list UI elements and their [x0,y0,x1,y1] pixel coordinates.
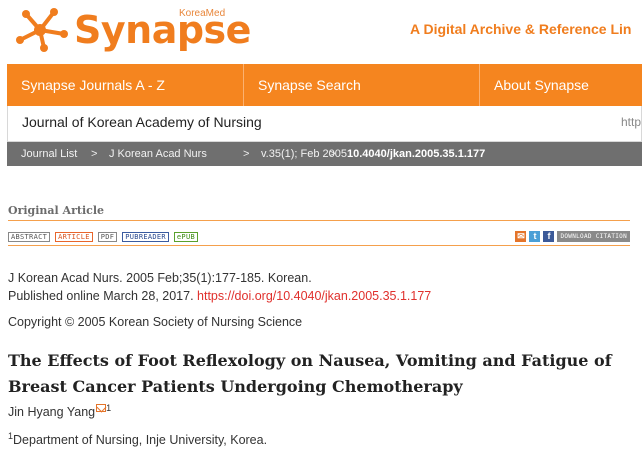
breadcrumb-journal[interactable]: J Korean Acad Nurs [109,142,207,166]
journal-title[interactable]: Journal of Korean Academy of Nursing [22,114,262,130]
affiliation: 1Department of Nursing, Inje University,… [8,431,268,447]
breadcrumb-separator: > [91,148,98,160]
published-date: Published online March 28, 2017. [8,289,194,303]
journal-url[interactable]: http [621,115,641,129]
breadcrumb-journal-list[interactable]: Journal List [21,142,77,166]
pubreader-button[interactable]: PUBREADER [122,232,169,242]
download-citation-button[interactable]: DOWNLOAD CITATION [557,231,630,242]
facebook-icon[interactable]: f [543,231,555,242]
synapse-logo-icon [16,8,68,52]
share-tools: ✉ t f DOWNLOAD CITATION [515,231,630,242]
affiliation-text: Department of Nursing, Inje University, … [13,433,268,447]
breadcrumb-separator: > [243,148,250,160]
breadcrumb-separator: > [329,148,336,160]
site-tagline: A Digital Archive & Reference Lin [410,21,632,37]
article-title: The Effects of Foot Reflexology on Nause… [8,351,612,396]
doi-link[interactable]: https://doi.org/10.4040/jkan.2005.35.1.1… [197,289,431,303]
synapse-logo[interactable]: Synapse KoreaMed [14,4,251,58]
divider [8,245,630,246]
nav-about-synapse[interactable]: About Synapse [479,64,642,106]
article-type: Original Article [8,204,105,217]
mail-icon[interactable]: ✉ [515,231,527,242]
article-button[interactable]: ARTICLE [55,232,93,242]
author-affiliation-sup: 1 [106,403,112,413]
twitter-icon[interactable]: t [529,231,541,242]
epub-button[interactable]: ePUB [173,232,198,242]
site-header: Synapse KoreaMed A Digital Archive & Ref… [0,0,642,62]
nav-journals-a-z[interactable]: Synapse Journals A - Z [7,64,243,106]
divider [8,220,630,221]
affiliation-sup: 1 [8,431,14,441]
abstract-button[interactable]: ABSTRACT [8,232,51,242]
copyright: Copyright © 2005 Korean Society of Nursi… [8,315,303,329]
author-email-icon[interactable] [96,404,107,412]
published-line: Published online March 28, 2017. https:/… [8,289,431,303]
author-name[interactable]: Jin Hyang Yang [8,405,95,419]
nav-synapse-search[interactable]: Synapse Search [243,64,479,106]
logo-korea-med: KoreaMed [179,8,226,19]
author-line: Jin Hyang Yang 1 [8,403,112,419]
breadcrumb-doi: 10.4040/jkan.2005.35.1.177 [347,148,486,160]
journal-bar: Journal of Korean Academy of Nursing htt… [7,106,642,142]
breadcrumb: Journal List > J Korean Acad Nurs > v.35… [7,142,642,166]
citation: J Korean Acad Nurs. 2005 Feb;35(1):177-1… [8,271,312,285]
pdf-button[interactable]: PDF [97,232,118,242]
format-buttons: ABSTRACT ARTICLE PDF PUBREADER ePUB [8,232,198,242]
main-nav: Synapse Journals A - Z Synapse Search Ab… [7,64,642,106]
